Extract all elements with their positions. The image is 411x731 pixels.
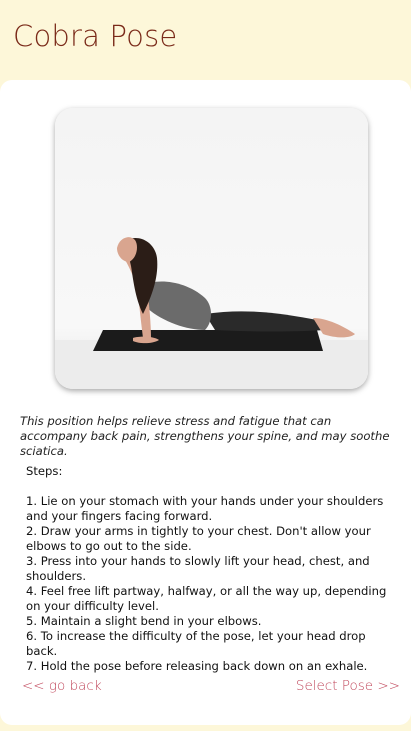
select-pose-link[interactable]: Select Pose >> bbox=[296, 678, 400, 694]
steps-heading: Steps: bbox=[26, 464, 63, 478]
step-item: 6. To increase the difficulty of the pos… bbox=[26, 629, 366, 658]
page-title: Cobra Pose bbox=[13, 19, 178, 53]
step-item: 1. Lie on your stomach with your hands u… bbox=[26, 494, 384, 523]
step-item: 3. Press into your hands to slowly lift … bbox=[26, 554, 370, 583]
pose-image bbox=[55, 108, 368, 389]
steps-section: Steps: 1. Lie on your stomach with your … bbox=[26, 464, 391, 674]
content-card: This position helps relieve stress and f… bbox=[0, 80, 411, 725]
header: Cobra Pose bbox=[0, 0, 411, 78]
cobra-pose-illustration bbox=[55, 108, 368, 389]
pose-description: This position helps relieve stress and f… bbox=[20, 414, 390, 458]
step-item: 2. Draw your arms in tightly to your che… bbox=[26, 524, 371, 553]
step-item: 5. Maintain a slight bend in your elbows… bbox=[26, 614, 262, 628]
go-back-link[interactable]: << go back bbox=[22, 678, 102, 694]
step-item: 7. Hold the pose before releasing back d… bbox=[26, 659, 368, 673]
step-item: 4. Feel free lift partway, halfway, or a… bbox=[26, 584, 387, 613]
